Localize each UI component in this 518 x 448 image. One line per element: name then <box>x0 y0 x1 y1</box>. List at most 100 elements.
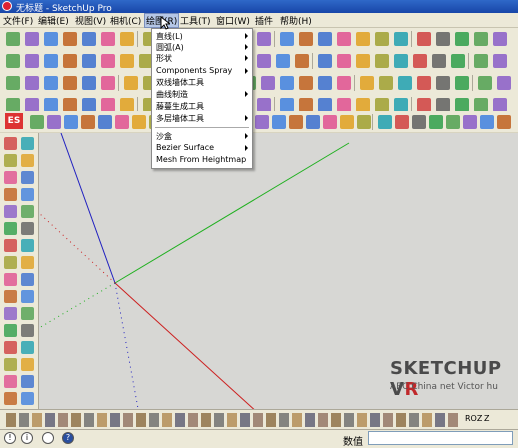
toolbar-tool-icon[interactable] <box>6 98 20 112</box>
component-thumbnail[interactable] <box>162 413 172 427</box>
toolbar-tool-icon[interactable] <box>480 115 494 129</box>
component-thumbnail[interactable] <box>175 413 185 427</box>
es-plugin-icon[interactable]: ES <box>5 113 23 129</box>
toolbar-tool-icon[interactable] <box>323 115 337 129</box>
toolbar-tool-icon[interactable] <box>120 32 134 46</box>
toolbar-tool-icon[interactable] <box>6 54 20 68</box>
draw-menu-components-spray[interactable]: Components Spray <box>152 66 252 77</box>
toolbar-tool-icon[interactable] <box>272 115 286 129</box>
toolbar-tool-icon[interactable] <box>436 98 450 112</box>
side-tool-icon[interactable] <box>21 273 34 286</box>
toolbar-tool-icon[interactable] <box>413 54 427 68</box>
side-tool-icon[interactable] <box>21 358 34 371</box>
toolbar-tool-icon[interactable] <box>306 115 320 129</box>
toolbar-tool-icon[interactable] <box>417 32 431 46</box>
side-tool-icon[interactable] <box>4 137 17 150</box>
toolbar-tool-icon[interactable] <box>375 98 389 112</box>
toolbar-tool-icon[interactable] <box>394 54 408 68</box>
toolbar-tool-icon[interactable] <box>25 76 39 90</box>
toolbar-tool-icon[interactable] <box>417 76 431 90</box>
toolbar-tool-icon[interactable] <box>280 32 294 46</box>
toolbar-tool-icon[interactable] <box>257 32 271 46</box>
toolbar-tool-icon[interactable] <box>6 76 20 90</box>
side-tool-icon[interactable] <box>4 324 17 337</box>
toolbar-tool-icon[interactable] <box>64 115 78 129</box>
component-thumbnail[interactable] <box>253 413 263 427</box>
draw-menu-multi-wall[interactable]: 多层墙体工具 <box>152 113 252 124</box>
side-tool-icon[interactable] <box>21 154 34 167</box>
toolbar-tool-icon[interactable] <box>120 54 134 68</box>
toolbar-tool-icon[interactable] <box>255 115 269 129</box>
component-thumbnail[interactable] <box>448 413 458 427</box>
toolbar-tool-icon[interactable] <box>395 115 409 129</box>
draw-menu-shapes[interactable]: 形状 <box>152 53 252 64</box>
toolbar-tool-icon[interactable] <box>82 32 96 46</box>
toolbar-tool-icon[interactable] <box>357 115 371 129</box>
side-tool-icon[interactable] <box>4 392 17 405</box>
toolbar-tool-icon[interactable] <box>356 98 370 112</box>
toolbar-tool-icon[interactable] <box>63 32 77 46</box>
component-thumbnail[interactable] <box>45 413 55 427</box>
component-thumbnail[interactable] <box>149 413 159 427</box>
side-tool-icon[interactable] <box>4 256 17 269</box>
toolbar-tool-icon[interactable] <box>25 32 39 46</box>
toolbar-tool-icon[interactable] <box>455 76 469 90</box>
toolbar-tool-icon[interactable] <box>44 76 58 90</box>
toolbar-tool-icon[interactable] <box>478 76 492 90</box>
component-thumbnail[interactable] <box>266 413 276 427</box>
toolbar-tool-icon[interactable] <box>394 98 408 112</box>
toolbar-tool-icon[interactable] <box>280 76 294 90</box>
toolbar-tool-icon[interactable] <box>318 98 332 112</box>
component-thumbnail[interactable] <box>396 413 406 427</box>
toolbar-tool-icon[interactable] <box>295 54 309 68</box>
info-icon[interactable]: i <box>21 432 33 444</box>
menu-help[interactable]: 帮助(H) <box>280 14 312 27</box>
side-tool-icon[interactable] <box>21 256 34 269</box>
component-thumbnail[interactable] <box>6 413 16 427</box>
toolbar-tool-icon[interactable] <box>474 54 488 68</box>
toolbar-tool-icon[interactable] <box>82 54 96 68</box>
side-tool-icon[interactable] <box>21 222 34 235</box>
toolbar-tool-icon[interactable] <box>299 98 313 112</box>
toolbar-tool-icon[interactable] <box>63 98 77 112</box>
toolbar-tool-icon[interactable] <box>356 54 370 68</box>
component-thumbnail[interactable] <box>422 413 432 427</box>
toolbar-tool-icon[interactable] <box>63 76 77 90</box>
toolbar-tool-icon[interactable] <box>394 32 408 46</box>
draw-menu-double-wall[interactable]: 双线墙体工具 <box>152 77 252 88</box>
side-tool-icon[interactable] <box>21 290 34 303</box>
toolbar-tool-icon[interactable] <box>6 32 20 46</box>
toolbar-tool-icon[interactable] <box>47 115 61 129</box>
toolbar-tool-icon[interactable] <box>257 98 271 112</box>
side-tool-icon[interactable] <box>4 205 17 218</box>
toolbar-tool-icon[interactable] <box>101 54 115 68</box>
toolbar-tool-icon[interactable] <box>451 54 465 68</box>
side-tool-icon[interactable] <box>21 239 34 252</box>
component-thumbnail[interactable] <box>188 413 198 427</box>
toolbar-tool-icon[interactable] <box>474 32 488 46</box>
component-thumbnail[interactable] <box>279 413 289 427</box>
component-thumbnail[interactable] <box>58 413 68 427</box>
component-thumbnail[interactable] <box>370 413 380 427</box>
toolbar-tool-icon[interactable] <box>493 32 507 46</box>
menu-tools[interactable]: 工具(T) <box>180 14 211 27</box>
component-thumbnail[interactable] <box>383 413 393 427</box>
toolbar-tool-icon[interactable] <box>299 32 313 46</box>
zoom-label[interactable]: ROZ <box>465 414 482 423</box>
side-tool-icon[interactable] <box>4 154 17 167</box>
toolbar-tool-icon[interactable] <box>280 98 294 112</box>
toolbar-tool-icon[interactable] <box>318 76 332 90</box>
toolbar-tool-icon[interactable] <box>340 115 354 129</box>
side-tool-icon[interactable] <box>4 375 17 388</box>
component-thumbnail[interactable] <box>32 413 42 427</box>
component-thumbnail[interactable] <box>136 413 146 427</box>
menu-window[interactable]: 窗口(W) <box>216 14 250 27</box>
side-tool-icon[interactable] <box>21 341 34 354</box>
component-thumbnail[interactable] <box>292 413 302 427</box>
component-thumbnail[interactable] <box>318 413 328 427</box>
toolbar-tool-icon[interactable] <box>44 32 58 46</box>
component-thumbnail[interactable] <box>84 413 94 427</box>
toolbar-tool-icon[interactable] <box>337 32 351 46</box>
component-thumbnail[interactable] <box>71 413 81 427</box>
component-thumbnail[interactable] <box>227 413 237 427</box>
